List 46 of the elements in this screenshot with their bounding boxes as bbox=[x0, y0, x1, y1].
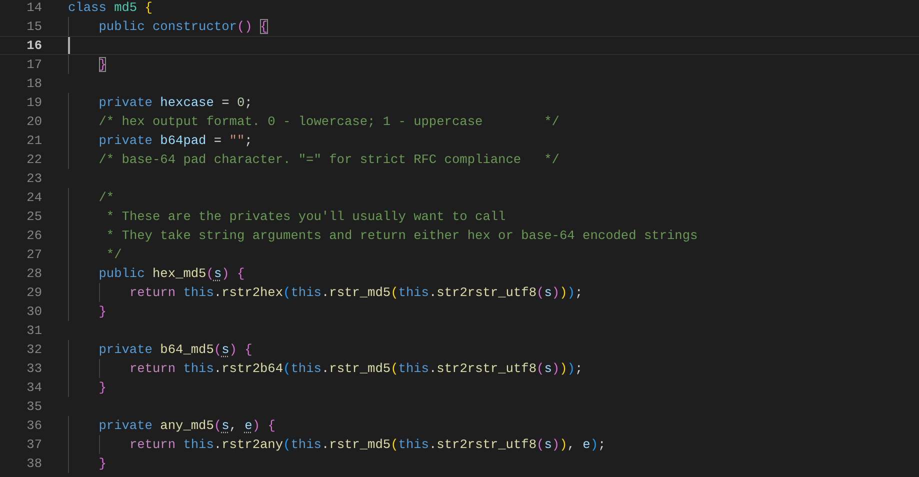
code-line: */ bbox=[105, 246, 122, 264]
line-number: 32 bbox=[26, 341, 42, 359]
line-number: 26 bbox=[26, 227, 42, 245]
code-line: } bbox=[98, 303, 106, 321]
line-number: 28 bbox=[26, 265, 42, 283]
code-line: class md5 { bbox=[68, 0, 152, 17]
line-number: 22 bbox=[26, 151, 42, 169]
code-line: } bbox=[98, 56, 106, 74]
code-line: * They take string arguments and return either hex or base-64 encoded strings bbox=[105, 227, 698, 245]
line-number: 16 bbox=[26, 37, 42, 54]
line-number: 19 bbox=[26, 94, 42, 112]
code-line: return this.rstr2b64(this.rstr_md5(this.str2rstr_utf8(s))); bbox=[128, 360, 583, 378]
line-number: 24 bbox=[26, 189, 42, 207]
line-number: 14 bbox=[26, 0, 42, 17]
line-number: 37 bbox=[26, 436, 42, 454]
line-number: 36 bbox=[26, 417, 42, 435]
line-number: 31 bbox=[26, 322, 42, 340]
code-line: } bbox=[98, 379, 106, 397]
code-line: private any_md5(s, e) { bbox=[98, 417, 276, 435]
line-number: 29 bbox=[26, 284, 42, 302]
line-number: 27 bbox=[26, 246, 42, 264]
text-cursor bbox=[68, 37, 70, 54]
code-line: /* bbox=[98, 189, 114, 207]
code-line: public hex_md5(s) { bbox=[98, 265, 245, 283]
code-line: /* hex output format. 0 - lowercase; 1 - uppercase */ bbox=[98, 113, 560, 131]
code-line: /* base-64 pad character. "=" for strict RFC compliance */ bbox=[98, 151, 560, 169]
code-line: private b64pad = ""; bbox=[98, 132, 252, 150]
code-line: return this.rstr2any(this.rstr_md5(this.str2rstr_utf8(s)), e); bbox=[128, 436, 606, 454]
code-line: private hexcase = 0; bbox=[98, 94, 252, 112]
line-number: 34 bbox=[26, 379, 42, 397]
line-number: 25 bbox=[26, 208, 42, 226]
line-number: 15 bbox=[26, 18, 42, 36]
line-number: 33 bbox=[26, 360, 42, 378]
line-number: 20 bbox=[26, 113, 42, 131]
line-number: 35 bbox=[26, 398, 42, 416]
code-line: * These are the privates you'll usually want to call bbox=[105, 208, 506, 226]
line-number: 18 bbox=[26, 75, 42, 93]
code-line: private b64_md5(s) { bbox=[98, 341, 252, 359]
code-line: return this.rstr2hex(this.rstr_md5(this.str2rstr_utf8(s))); bbox=[128, 284, 583, 302]
line-number: 21 bbox=[26, 132, 42, 150]
line-number: 38 bbox=[26, 455, 42, 473]
line-number: 23 bbox=[26, 170, 42, 188]
code-line: public constructor() { bbox=[98, 18, 268, 36]
line-number: 30 bbox=[26, 303, 42, 321]
code-line: } bbox=[98, 455, 106, 473]
line-number: 17 bbox=[26, 56, 42, 74]
